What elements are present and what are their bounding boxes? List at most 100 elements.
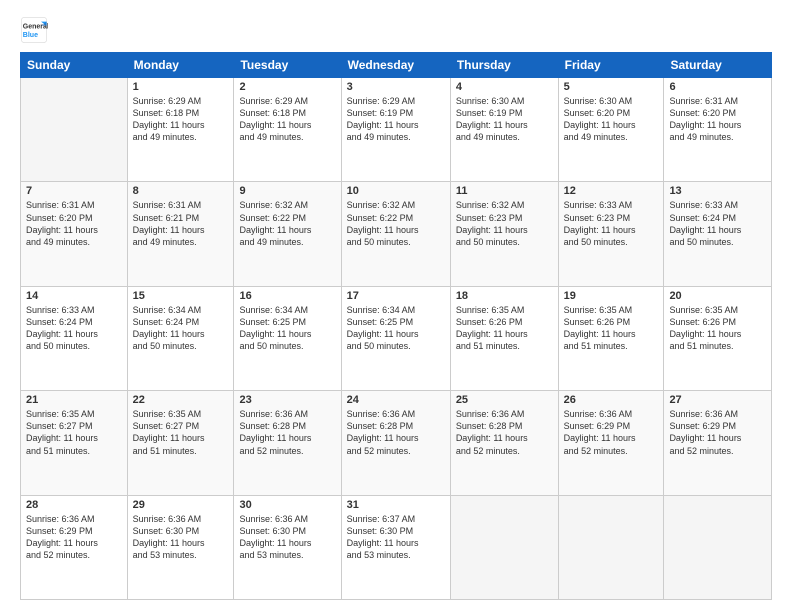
day-info: Sunrise: 6:35 AM Sunset: 6:27 PM Dayligh… xyxy=(26,408,122,457)
day-info: Sunrise: 6:33 AM Sunset: 6:23 PM Dayligh… xyxy=(564,199,659,248)
day-cell: 3 Sunrise: 6:29 AM Sunset: 6:19 PM Daylig… xyxy=(341,78,450,182)
weekday-wednesday: Wednesday xyxy=(341,53,450,78)
day-info: Sunrise: 6:34 AM Sunset: 6:25 PM Dayligh… xyxy=(347,304,445,353)
day-cell: 25 Sunrise: 6:36 AM Sunset: 6:28 PM Dayli… xyxy=(450,391,558,495)
day-info: Sunrise: 6:35 AM Sunset: 6:26 PM Dayligh… xyxy=(564,304,659,353)
day-number: 11 xyxy=(456,185,553,197)
day-cell: 8 Sunrise: 6:31 AM Sunset: 6:21 PM Daylig… xyxy=(127,182,234,286)
day-number: 14 xyxy=(26,290,122,302)
day-info: Sunrise: 6:36 AM Sunset: 6:28 PM Dayligh… xyxy=(347,408,445,457)
day-cell: 30 Sunrise: 6:36 AM Sunset: 6:30 PM Dayli… xyxy=(234,495,341,599)
day-cell: 15 Sunrise: 6:34 AM Sunset: 6:24 PM Dayli… xyxy=(127,286,234,390)
day-info: Sunrise: 6:31 AM Sunset: 6:20 PM Dayligh… xyxy=(669,95,766,144)
day-cell: 18 Sunrise: 6:35 AM Sunset: 6:26 PM Dayli… xyxy=(450,286,558,390)
day-info: Sunrise: 6:32 AM Sunset: 6:23 PM Dayligh… xyxy=(456,199,553,248)
day-info: Sunrise: 6:29 AM Sunset: 6:18 PM Dayligh… xyxy=(239,95,335,144)
day-info: Sunrise: 6:31 AM Sunset: 6:21 PM Dayligh… xyxy=(133,199,229,248)
day-info: Sunrise: 6:34 AM Sunset: 6:25 PM Dayligh… xyxy=(239,304,335,353)
week-row-2: 7Sunrise: 6:31 AM Sunset: 6:20 PM Daylig… xyxy=(21,182,772,286)
day-cell: 1 Sunrise: 6:29 AM Sunset: 6:18 PM Daylig… xyxy=(127,78,234,182)
day-number: 31 xyxy=(347,499,445,511)
day-number: 28 xyxy=(26,499,122,511)
weekday-header-row: SundayMondayTuesdayWednesdayThursdayFrid… xyxy=(21,53,772,78)
day-number: 16 xyxy=(239,290,335,302)
day-cell: 31 Sunrise: 6:37 AM Sunset: 6:30 PM Dayli… xyxy=(341,495,450,599)
logo: General Blue xyxy=(20,16,48,44)
day-cell: 5 Sunrise: 6:30 AM Sunset: 6:20 PM Daylig… xyxy=(558,78,664,182)
day-number: 5 xyxy=(564,81,659,93)
day-number: 10 xyxy=(347,185,445,197)
day-number: 13 xyxy=(669,185,766,197)
day-cell: 6 Sunrise: 6:31 AM Sunset: 6:20 PM Daylig… xyxy=(664,78,772,182)
weekday-tuesday: Tuesday xyxy=(234,53,341,78)
day-info: Sunrise: 6:36 AM Sunset: 6:29 PM Dayligh… xyxy=(26,513,122,562)
day-cell: 21 Sunrise: 6:35 AM Sunset: 6:27 PM Dayli… xyxy=(21,391,128,495)
day-info: Sunrise: 6:32 AM Sunset: 6:22 PM Dayligh… xyxy=(239,199,335,248)
day-cell: 14 Sunrise: 6:33 AM Sunset: 6:24 PM Dayli… xyxy=(21,286,128,390)
day-cell: 17 Sunrise: 6:34 AM Sunset: 6:25 PM Dayli… xyxy=(341,286,450,390)
header: General Blue xyxy=(20,16,772,44)
day-number: 23 xyxy=(239,394,335,406)
day-cell xyxy=(450,495,558,599)
day-number: 22 xyxy=(133,394,229,406)
day-info: Sunrise: 6:33 AM Sunset: 6:24 PM Dayligh… xyxy=(26,304,122,353)
weekday-friday: Friday xyxy=(558,53,664,78)
day-number: 15 xyxy=(133,290,229,302)
day-number: 18 xyxy=(456,290,553,302)
day-info: Sunrise: 6:36 AM Sunset: 6:30 PM Dayligh… xyxy=(239,513,335,562)
day-cell: 20Sunrise: 6:35 AM Sunset: 6:26 PM Dayli… xyxy=(664,286,772,390)
day-number: 3 xyxy=(347,81,445,93)
day-number: 19 xyxy=(564,290,659,302)
day-number: 4 xyxy=(456,81,553,93)
day-info: Sunrise: 6:29 AM Sunset: 6:19 PM Dayligh… xyxy=(347,95,445,144)
day-cell xyxy=(21,78,128,182)
weekday-monday: Monday xyxy=(127,53,234,78)
weekday-sunday: Sunday xyxy=(21,53,128,78)
day-cell: 7Sunrise: 6:31 AM Sunset: 6:20 PM Daylig… xyxy=(21,182,128,286)
week-row-5: 28 Sunrise: 6:36 AM Sunset: 6:29 PM Dayli… xyxy=(21,495,772,599)
day-info: Sunrise: 6:36 AM Sunset: 6:28 PM Dayligh… xyxy=(456,408,553,457)
logo-icon: General Blue xyxy=(20,16,48,44)
day-number: 25 xyxy=(456,394,553,406)
day-number: 8 xyxy=(133,185,229,197)
day-info: Sunrise: 6:31 AM Sunset: 6:20 PM Dayligh… xyxy=(26,199,122,248)
day-cell: 23Sunrise: 6:36 AM Sunset: 6:28 PM Dayli… xyxy=(234,391,341,495)
day-cell: 22Sunrise: 6:35 AM Sunset: 6:27 PM Dayli… xyxy=(127,391,234,495)
day-cell: 9 Sunrise: 6:32 AM Sunset: 6:22 PM Daylig… xyxy=(234,182,341,286)
week-row-4: 21 Sunrise: 6:35 AM Sunset: 6:27 PM Dayli… xyxy=(21,391,772,495)
day-number: 17 xyxy=(347,290,445,302)
day-number: 6 xyxy=(669,81,766,93)
day-info: Sunrise: 6:36 AM Sunset: 6:29 PM Dayligh… xyxy=(669,408,766,457)
day-number: 26 xyxy=(564,394,659,406)
day-info: Sunrise: 6:37 AM Sunset: 6:30 PM Dayligh… xyxy=(347,513,445,562)
day-number: 2 xyxy=(239,81,335,93)
day-cell: 19 Sunrise: 6:35 AM Sunset: 6:26 PM Dayli… xyxy=(558,286,664,390)
day-number: 30 xyxy=(239,499,335,511)
day-cell: 4 Sunrise: 6:30 AM Sunset: 6:19 PM Daylig… xyxy=(450,78,558,182)
day-info: Sunrise: 6:34 AM Sunset: 6:24 PM Dayligh… xyxy=(133,304,229,353)
svg-text:Blue: Blue xyxy=(23,32,38,39)
day-info: Sunrise: 6:29 AM Sunset: 6:18 PM Dayligh… xyxy=(133,95,229,144)
day-cell: 27 Sunrise: 6:36 AM Sunset: 6:29 PM Dayli… xyxy=(664,391,772,495)
day-number: 20 xyxy=(669,290,766,302)
day-cell: 29 Sunrise: 6:36 AM Sunset: 6:30 PM Dayli… xyxy=(127,495,234,599)
day-number: 1 xyxy=(133,81,229,93)
day-info: Sunrise: 6:30 AM Sunset: 6:20 PM Dayligh… xyxy=(564,95,659,144)
day-cell: 24Sunrise: 6:36 AM Sunset: 6:28 PM Dayli… xyxy=(341,391,450,495)
day-number: 12 xyxy=(564,185,659,197)
day-info: Sunrise: 6:30 AM Sunset: 6:19 PM Dayligh… xyxy=(456,95,553,144)
day-cell: 13Sunrise: 6:33 AM Sunset: 6:24 PM Dayli… xyxy=(664,182,772,286)
day-cell: 16 Sunrise: 6:34 AM Sunset: 6:25 PM Dayli… xyxy=(234,286,341,390)
day-cell: 11 Sunrise: 6:32 AM Sunset: 6:23 PM Dayli… xyxy=(450,182,558,286)
day-number: 29 xyxy=(133,499,229,511)
day-cell xyxy=(664,495,772,599)
day-number: 27 xyxy=(669,394,766,406)
day-cell xyxy=(558,495,664,599)
day-cell: 28 Sunrise: 6:36 AM Sunset: 6:29 PM Dayli… xyxy=(21,495,128,599)
day-cell: 26Sunrise: 6:36 AM Sunset: 6:29 PM Dayli… xyxy=(558,391,664,495)
day-number: 9 xyxy=(239,185,335,197)
day-info: Sunrise: 6:36 AM Sunset: 6:30 PM Dayligh… xyxy=(133,513,229,562)
day-number: 21 xyxy=(26,394,122,406)
day-info: Sunrise: 6:35 AM Sunset: 6:26 PM Dayligh… xyxy=(456,304,553,353)
day-info: Sunrise: 6:32 AM Sunset: 6:22 PM Dayligh… xyxy=(347,199,445,248)
